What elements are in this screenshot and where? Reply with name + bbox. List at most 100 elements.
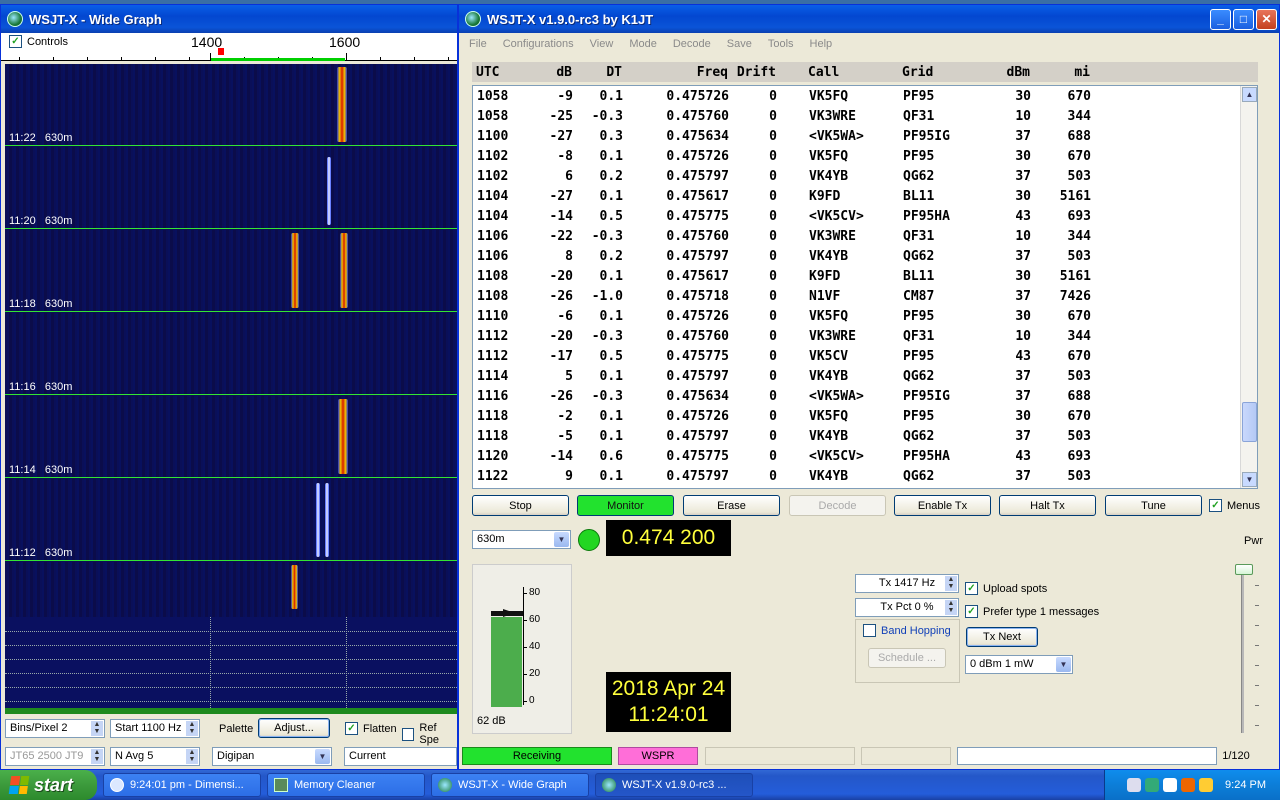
decode-row[interactable]: 1058 -9 0.1 0.475726 0 VK5FQ PF95 30 670 xyxy=(473,86,1257,106)
cell-call: <VK5CV> xyxy=(809,448,864,464)
decode-row[interactable]: 1106 -22 -0.3 0.475760 0 VK3WRE QF31 10 344 xyxy=(473,226,1257,246)
spectrum-type-select[interactable]: Current xyxy=(344,747,457,766)
decode-row[interactable]: 1118 -5 0.1 0.475797 0 VK4YB QG62 37 503 xyxy=(473,426,1257,446)
decode-row[interactable]: 1120 -14 0.6 0.475775 0 <VK5CV> PF95HA 43 693 xyxy=(473,446,1257,466)
decode-row[interactable]: 1058 -25 -0.3 0.475760 0 VK3WRE QF31 10 344 xyxy=(473,106,1257,126)
decode-row[interactable]: 1108 -20 0.1 0.475617 0 K9FD BL11 30 5161 xyxy=(473,266,1257,286)
halt-tx-button[interactable]: Halt Tx xyxy=(999,495,1096,516)
wide-graph-titlebar[interactable]: WSJT-X - Wide Graph xyxy=(1,5,457,33)
decode-scrollbar[interactable]: ▲ ▼ xyxy=(1240,86,1257,488)
upload-spots-checkbox[interactable]: ✓ Upload spots xyxy=(965,582,1047,595)
volume-icon[interactable] xyxy=(1163,778,1178,792)
wide-graph-title: WSJT-X - Wide Graph xyxy=(29,11,162,27)
cell-db: -26 xyxy=(549,288,573,304)
erase-button[interactable]: Erase xyxy=(683,495,780,516)
decode-list[interactable]: 1058 -9 0.1 0.475726 0 VK5FQ PF95 30 670 1058 -25-… xyxy=(472,85,1258,489)
chevron-down-icon: ▼ xyxy=(554,532,569,547)
cell-utc: 1104 xyxy=(477,208,509,224)
band-hopping-checkbox[interactable]: Band Hopping xyxy=(863,624,951,637)
tray-expand-icon[interactable] xyxy=(1127,778,1142,792)
decode-row[interactable]: 1108 -26 -1.0 0.475718 0 N1VF CM87 37 7426 xyxy=(473,286,1257,306)
monitor-button[interactable]: Monitor xyxy=(577,495,674,516)
cell-utc: 1122 xyxy=(477,468,509,484)
menu-tools[interactable]: Tools xyxy=(768,38,794,50)
palette-select[interactable]: Digipan ▼ xyxy=(212,747,332,766)
menu-file[interactable]: File xyxy=(469,38,487,50)
decode-row[interactable]: 1102 6 0.2 0.475797 0 VK4YB QG62 37 503 xyxy=(473,166,1257,186)
tx-pct-spinbox[interactable]: Tx Pct 0 % ▲ ▼ xyxy=(855,598,959,617)
cell-mi: 503 xyxy=(1067,468,1091,484)
decode-row[interactable]: 1114 5 0.1 0.475797 0 VK4YB QG62 37 503 xyxy=(473,366,1257,386)
tray-app-icon[interactable] xyxy=(1199,778,1214,792)
tune-button[interactable]: Tune xyxy=(1105,495,1202,516)
stop-button[interactable]: Stop xyxy=(472,495,569,516)
minimize-button[interactable]: _ xyxy=(1210,8,1231,30)
decode-row[interactable]: 1112 -20 -0.3 0.475760 0 VK3WRE QF31 10 344 xyxy=(473,326,1257,346)
cell-mi: 688 xyxy=(1067,388,1091,404)
wsjtx-app-icon xyxy=(465,11,481,27)
menu-help[interactable]: Help xyxy=(810,38,833,50)
main-titlebar[interactable]: WSJT-X v1.9.0-rc3 by K1JT _ □ ✕ xyxy=(459,5,1279,33)
start-frequency-spinbox[interactable]: Start 1100 Hz ▲ ▼ xyxy=(110,719,200,738)
decode-row[interactable]: 1102 -8 0.1 0.475726 0 VK5FQ PF95 30 670 xyxy=(473,146,1257,166)
menu-configurations[interactable]: Configurations xyxy=(503,38,574,50)
decode-row[interactable]: 1116 -26 -0.3 0.475634 0 <VK5WA> PF95IG 37 688 xyxy=(473,386,1257,406)
decode-button[interactable]: Decode xyxy=(789,495,886,516)
flatten-checkbox[interactable]: ✓ Flatten xyxy=(345,722,397,735)
main-window: WSJT-X v1.9.0-rc3 by K1JT _ □ ✕ File Con… xyxy=(458,4,1280,770)
cell-call: VK4YB xyxy=(809,368,849,384)
ref-spec-checkbox[interactable]: Ref Spe xyxy=(402,722,457,746)
decode-row[interactable]: 1112 -17 0.5 0.475775 0 VK5CV PF95 43 670 xyxy=(473,346,1257,366)
decode-row[interactable]: 1104 -14 0.5 0.475775 0 <VK5CV> PF95HA 43 693 xyxy=(473,206,1257,226)
n-avg-spinbox[interactable]: N Avg 5 ▲ ▼ xyxy=(110,747,200,766)
decode-row[interactable]: 1122 9 0.1 0.475797 0 VK4YB QG62 37 503 xyxy=(473,466,1257,486)
close-button[interactable]: ✕ xyxy=(1256,8,1277,30)
cell-drift: 0 xyxy=(769,188,777,204)
cell-dt: -0.3 xyxy=(591,388,623,404)
security-icon[interactable] xyxy=(1181,778,1196,792)
controls-checkbox[interactable]: ✓ Controls xyxy=(9,35,68,48)
maximize-button[interactable]: □ xyxy=(1233,8,1254,30)
cell-grid: QG62 xyxy=(903,168,935,184)
power-slider-track[interactable] xyxy=(1241,573,1244,733)
decode-row[interactable]: 1106 8 0.2 0.475797 0 VK4YB QG62 37 503 xyxy=(473,246,1257,266)
taskbar-item-wsjtx-main[interactable]: WSJT-X v1.9.0-rc3 ... xyxy=(595,773,753,797)
tx-frequency-spinbox[interactable]: Tx 1417 Hz ▲ ▼ xyxy=(855,574,959,593)
taskbar-item-wide-graph[interactable]: WSJT-X - Wide Graph xyxy=(431,773,589,797)
decode-row[interactable]: 1100 -27 0.3 0.475634 0 <VK5WA> PF95IG 37 688 xyxy=(473,126,1257,146)
mode-split-spinbox[interactable]: JT65 2500 JT9 ▲ ▼ xyxy=(5,747,105,766)
adjust-button[interactable]: Adjust... xyxy=(258,718,330,738)
schedule-button[interactable]: Schedule ... xyxy=(868,648,946,668)
decode-row[interactable]: 1110 -6 0.1 0.475726 0 VK5FQ PF95 30 670 xyxy=(473,306,1257,326)
menus-checkbox[interactable]: ✓ Menus xyxy=(1209,499,1260,512)
start-button[interactable]: start xyxy=(0,770,97,800)
prefer-type1-checkbox[interactable]: ✓ Prefer type 1 messages xyxy=(965,605,1099,618)
cell-grid: QF31 xyxy=(903,228,935,244)
peak-arrow-icon xyxy=(503,609,515,617)
band-select[interactable]: 630m ▼ xyxy=(472,530,571,549)
tx-frequency-marker[interactable] xyxy=(218,48,224,55)
cell-drift: 0 xyxy=(769,228,777,244)
wsjtx-app-icon xyxy=(602,778,616,792)
menu-view[interactable]: View xyxy=(590,38,614,50)
cell-call: <VK5WA> xyxy=(809,128,864,144)
taskbar-item-dimension[interactable]: 9:24:01 pm - Dimensi... xyxy=(103,773,261,797)
enable-tx-button[interactable]: Enable Tx xyxy=(894,495,991,516)
cell-freq: 0.475726 xyxy=(666,88,729,104)
cell-utc: 1108 xyxy=(477,268,509,284)
network-icon[interactable] xyxy=(1145,778,1160,792)
bins-per-pixel-spinbox[interactable]: Bins/Pixel 2 ▲ ▼ xyxy=(5,719,105,738)
menu-mode[interactable]: Mode xyxy=(629,38,657,50)
taskbar-item-memory-cleaner[interactable]: Memory Cleaner xyxy=(267,773,425,797)
decode-row[interactable]: 1104 -27 0.1 0.475617 0 K9FD BL11 30 5161 xyxy=(473,186,1257,206)
cell-db: -27 xyxy=(549,188,573,204)
decode-row[interactable]: 1118 -2 0.1 0.475726 0 VK5FQ PF95 30 670 xyxy=(473,406,1257,426)
cell-utc: 1100 xyxy=(477,128,509,144)
power-select[interactable]: 0 dBm 1 mW ▼ xyxy=(965,655,1073,674)
menu-save[interactable]: Save xyxy=(727,38,752,50)
menu-decode[interactable]: Decode xyxy=(673,38,711,50)
power-slider-thumb[interactable] xyxy=(1235,564,1253,575)
cell-dbm: 10 xyxy=(1015,328,1031,344)
waterfall-display[interactable]: 11:22 630m 11:20 630m 11:18 630m 11:16 6… xyxy=(5,64,457,714)
tx-next-button[interactable]: Tx Next xyxy=(966,627,1038,647)
